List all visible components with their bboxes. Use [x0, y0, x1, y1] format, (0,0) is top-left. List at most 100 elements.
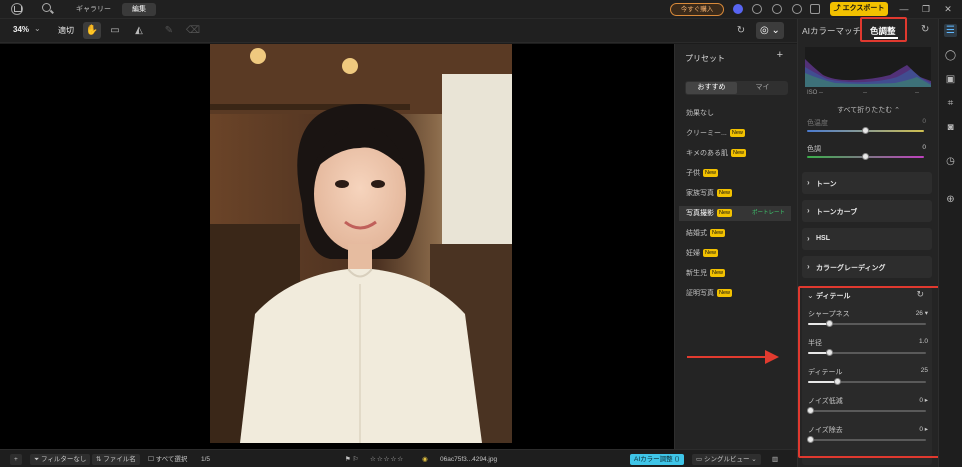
tab-my[interactable]: マイ [737, 81, 788, 95]
discord-icon[interactable] [733, 4, 743, 14]
eraser-icon[interactable]: ⌫ [184, 22, 202, 39]
preset-item-label: 結婚式 [686, 230, 707, 237]
filter-button[interactable]: ⏷ フィルターなし [30, 454, 91, 465]
preset-item[interactable]: 妊婦 New [679, 246, 791, 261]
select-all-checkbox[interactable]: ☐ すべて選択 [148, 454, 187, 465]
notification-icon[interactable] [792, 4, 802, 14]
collapse-all-button[interactable]: すべて折りたたむ ⌃ [798, 105, 939, 115]
tab-edit[interactable]: 編集 [122, 3, 156, 16]
aperture-value: -- [915, 90, 919, 96]
section-hsl[interactable]: › HSL [802, 228, 932, 250]
tint-label: 色調 [807, 146, 821, 153]
color-label-icon[interactable]: ◉ [422, 454, 428, 465]
flip-icon[interactable]: ◭ [130, 22, 148, 39]
preset-item[interactable]: 効果なし [679, 106, 791, 121]
preset-item[interactable]: 家族写真 New [679, 186, 791, 201]
temperature-slider[interactable] [807, 127, 924, 134]
section-color-grading[interactable]: › カラーグレーディング [802, 256, 932, 278]
zoom-chevron-icon[interactable]: ⌄ [34, 24, 41, 33]
compare-icon: ⟨⟩ [674, 456, 680, 463]
crop-icon[interactable]: ⌗ [944, 97, 957, 110]
title-bar: ギャラリー 編集 今すぐ購入 ⤴ エクスポート — ❐ ✕ [0, 0, 962, 19]
preset-image-icon[interactable]: ▣ [944, 73, 957, 86]
color-icon[interactable]: ◯ [944, 49, 957, 62]
plus-icon[interactable]: ⊕ [944, 193, 957, 206]
toolbar: 34% ⌄ 適切 ✋ ▭ ◭ ✎ ⌫ ↻ ◎ ⌄ [0, 19, 797, 43]
minimize-icon[interactable]: — [898, 3, 910, 15]
monitor-icon: ▭ [696, 456, 704, 463]
highlight-detail-section [798, 286, 946, 458]
preset-item[interactable]: 新生児 New [679, 266, 791, 281]
portrait-badge: ポートレート [751, 210, 785, 216]
zoom-level[interactable]: 34% [13, 25, 29, 34]
buy-now-button[interactable]: 今すぐ購入 [670, 3, 724, 16]
add-image-button[interactable]: + [10, 454, 22, 465]
reset-icon[interactable]: ↻ [732, 22, 750, 39]
new-badge: New [717, 189, 733, 197]
annotation-arrow-line [687, 356, 767, 358]
export-button[interactable]: ⤴ エクスポート [830, 2, 888, 16]
portrait-photo-art [210, 44, 512, 443]
sort-button[interactable]: ⇅ ファイル名 [92, 454, 140, 465]
image-count: 1/5 [201, 456, 211, 463]
brush-icon[interactable]: ✎ [160, 22, 178, 39]
preset-item[interactable]: クリーミー... New [679, 126, 791, 141]
compare-icon[interactable]: ▭ [106, 22, 124, 39]
preset-item[interactable]: 子供 New [679, 166, 791, 181]
preset-item-label: キメのある肌 [686, 150, 728, 157]
preset-item-label: 効果なし [686, 110, 714, 117]
history-icon[interactable]: ◷ [944, 155, 957, 168]
home-icon[interactable] [11, 3, 23, 15]
new-badge: New [729, 129, 745, 137]
preset-item-label: 写真撮影 [686, 210, 714, 217]
fit-button[interactable]: 適切 [58, 25, 74, 36]
annotation-arrow-head [765, 350, 779, 364]
select-all-label: すべて選択 [155, 456, 188, 463]
tint-value: 0 [922, 144, 926, 151]
restore-icon[interactable]: ❐ [920, 3, 932, 15]
ai-color-adjust-button[interactable]: AIカラー調整 ⟨⟩ [630, 454, 684, 465]
preset-item[interactable]: 結婚式 New [679, 226, 791, 241]
tab-recommended[interactable]: おすすめ [686, 82, 737, 94]
section-tone-label: トーン [816, 181, 837, 188]
new-badge: New [703, 169, 719, 177]
reset-all-icon[interactable]: ↻ [921, 24, 929, 35]
filmstrip-bar: + ⏷ フィルターなし ⇅ ファイル名 ☐ すべて選択 1/5 ⚑ ⚐ ☆☆☆☆… [0, 449, 797, 467]
camera-info: ISO -- -- -- [807, 90, 931, 96]
filter-label: フィルターなし [41, 456, 87, 463]
close-icon[interactable]: ✕ [942, 3, 954, 15]
section-tone-curve[interactable]: › トーンカーブ [802, 200, 932, 222]
help-icon[interactable] [772, 4, 782, 14]
filmstrip-toggle-icon[interactable]: ▥ [772, 454, 778, 465]
iso-value: ISO -- [807, 90, 823, 96]
preset-item[interactable]: 写真撮影 New ポートレート [679, 206, 791, 221]
section-hsl-label: HSL [816, 235, 830, 242]
flag-icon[interactable]: ⚑ ⚐ [345, 454, 358, 465]
presets-tabs: おすすめ マイ [685, 81, 788, 95]
image-canvas[interactable] [0, 44, 674, 449]
adjust-sliders-icon[interactable]: ☰ [944, 24, 957, 37]
menu-icon[interactable] [810, 4, 820, 14]
preset-item[interactable]: 証明写真 New [679, 286, 791, 301]
account-icon[interactable] [752, 4, 762, 14]
tint-knob[interactable] [862, 153, 869, 160]
hand-tool-icon[interactable]: ✋ [83, 22, 101, 39]
preset-item[interactable]: キメのある肌 New [679, 146, 791, 161]
chevron-right-icon: › [807, 206, 810, 215]
preset-item-label: 家族写真 [686, 190, 714, 197]
camera-icon[interactable]: ◙ [944, 121, 957, 134]
tab-ai-color-match[interactable]: AIカラーマッチ [802, 25, 861, 37]
right-icon-bar: ☰ ◯ ▣ ⌗ ◙ ◷ ⊕ [938, 19, 962, 467]
tab-gallery[interactable]: ギャラリー [66, 3, 121, 16]
tint-slider[interactable] [807, 153, 924, 160]
rating-stars-icon[interactable]: ☆☆☆☆☆ [370, 454, 404, 465]
highlight-color-tab [860, 17, 907, 42]
temperature-knob[interactable] [862, 127, 869, 134]
add-preset-icon[interactable]: + [777, 49, 783, 61]
section-tone[interactable]: › トーン [802, 172, 932, 194]
mask-icon[interactable]: ◎ ⌄ [756, 22, 784, 39]
temperature-value: 0 [922, 118, 926, 125]
view-mode-button[interactable]: ▭ シングルビュー ⌄ [692, 454, 761, 465]
chevron-right-icon: › [807, 262, 810, 271]
search-icon[interactable] [42, 3, 51, 12]
